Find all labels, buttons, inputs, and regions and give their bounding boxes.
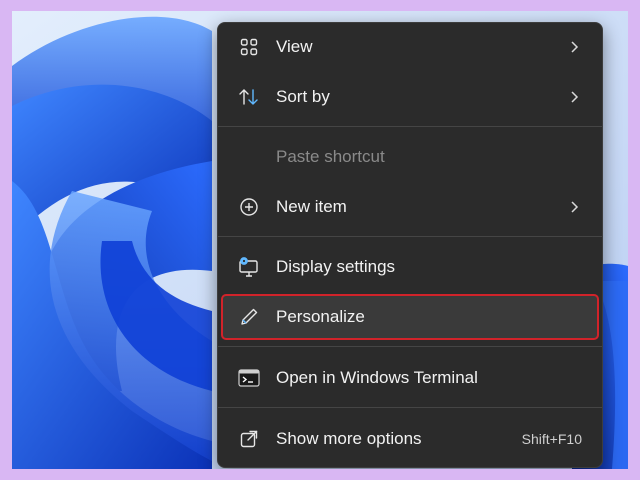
desktop[interactable]: View Sort by Paste shortcut New item Dis… [12,11,628,469]
menu-item-label: Display settings [276,257,396,276]
menu-item-display-settings[interactable]: Display settings [222,245,598,289]
menu-item-new-item[interactable]: New item [222,185,598,229]
menu-item-paste-shortcut: Paste shortcut [222,135,598,179]
monitor-settings-icon [238,256,260,278]
sort-arrows-icon [238,86,260,108]
menu-item-label: Show more options [276,429,422,448]
menu-item-label: View [276,37,313,56]
menu-item-sort-by[interactable]: Sort by [222,75,598,119]
menu-item-label: Open in Windows Terminal [276,368,478,387]
menu-item-view[interactable]: View [222,25,598,69]
plus-circle-icon [238,196,260,218]
context-menu: View Sort by Paste shortcut New item Dis… [217,22,603,468]
menu-item-open-in-windows-terminal[interactable]: Open in Windows Terminal [222,356,598,400]
menu-separator [218,407,602,408]
grid-icon [238,36,260,58]
menu-separator [218,346,602,347]
menu-item-label: Personalize [276,307,365,326]
menu-item-label: Paste shortcut [276,147,385,166]
menu-separator [218,236,602,237]
menu-item-label: New item [276,197,347,216]
open-external-icon [238,428,260,450]
menu-item-label: Sort by [276,87,330,106]
chevron-right-icon [566,89,582,105]
menu-item-personalize[interactable]: Personalize [221,294,599,340]
menu-item-show-more-options[interactable]: Show more options Shift+F10 [222,417,598,461]
chevron-right-icon [566,199,582,215]
chevron-right-icon [566,39,582,55]
keyboard-shortcut: Shift+F10 [521,431,582,447]
terminal-icon [238,367,260,389]
menu-separator [218,126,602,127]
pen-icon [238,306,260,328]
